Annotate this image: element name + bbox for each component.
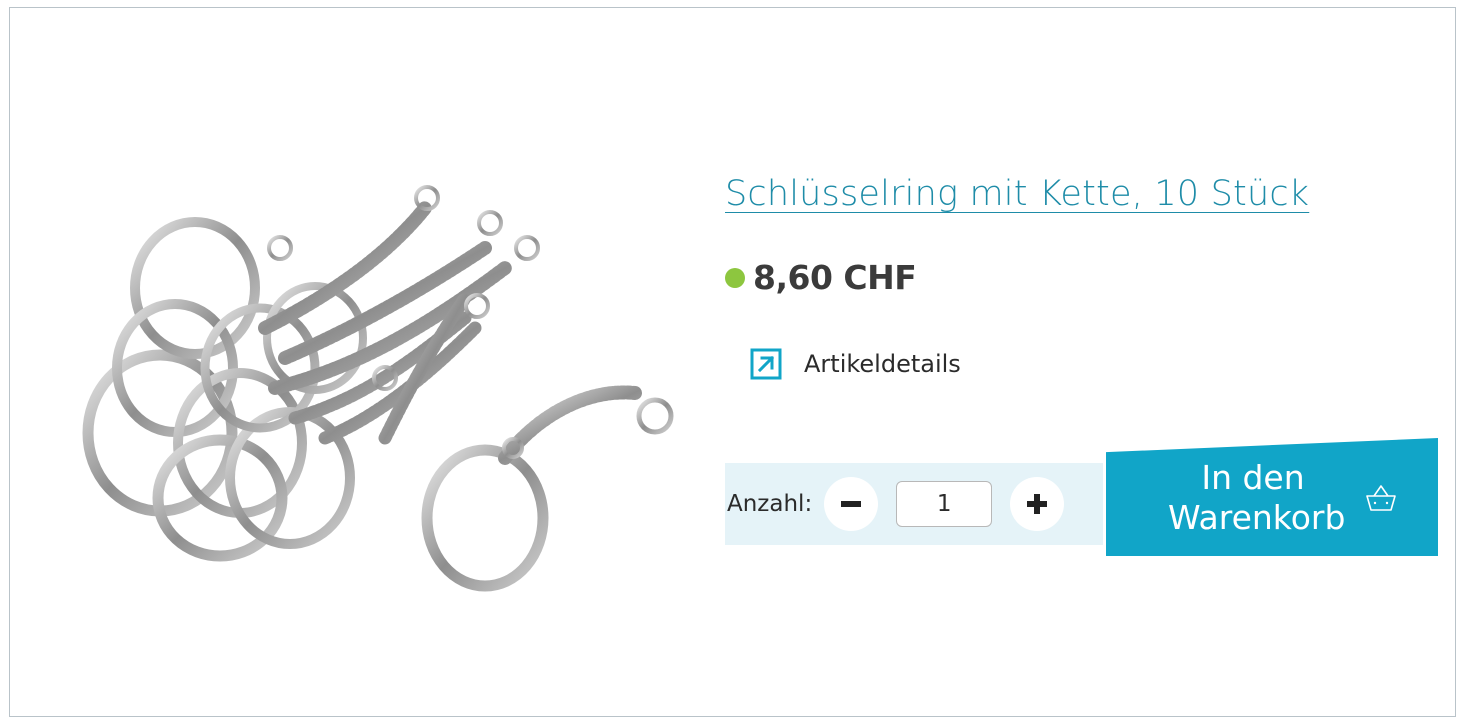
quantity-decrease-button[interactable] [824,477,879,531]
add-to-cart-label-line2: Warenkorb [1168,498,1346,537]
add-to-cart-button[interactable]: In den Warenkorb [1106,438,1438,556]
quantity-selector: Anzahl: [725,463,1103,545]
quantity-label: Anzahl: [727,491,813,517]
availability-dot-icon [725,267,745,288]
product-title-link[interactable]: Schlüsselring mit Kette, 10 Stück [725,174,1309,214]
add-to-cart-label-line1: In den [1201,458,1305,497]
product-card: Schlüsselring mit Kette, 10 Stück 8,60 C… [9,7,1456,717]
product-price: 8,60 CHF [753,258,917,297]
add-to-cart-label: In den Warenkorb [1168,458,1346,538]
quantity-input[interactable] [896,481,993,527]
plus-icon [1027,494,1048,514]
product-image[interactable] [65,178,705,608]
article-details-label: Artikeldetails [804,350,961,378]
minus-icon [841,501,862,507]
price-row: 8,60 CHF [725,258,917,297]
quantity-increase-button[interactable] [1010,477,1065,531]
external-link-arrow-icon [750,348,782,380]
article-details-link[interactable]: Artikeldetails [750,348,961,380]
basket-icon [1366,485,1396,511]
